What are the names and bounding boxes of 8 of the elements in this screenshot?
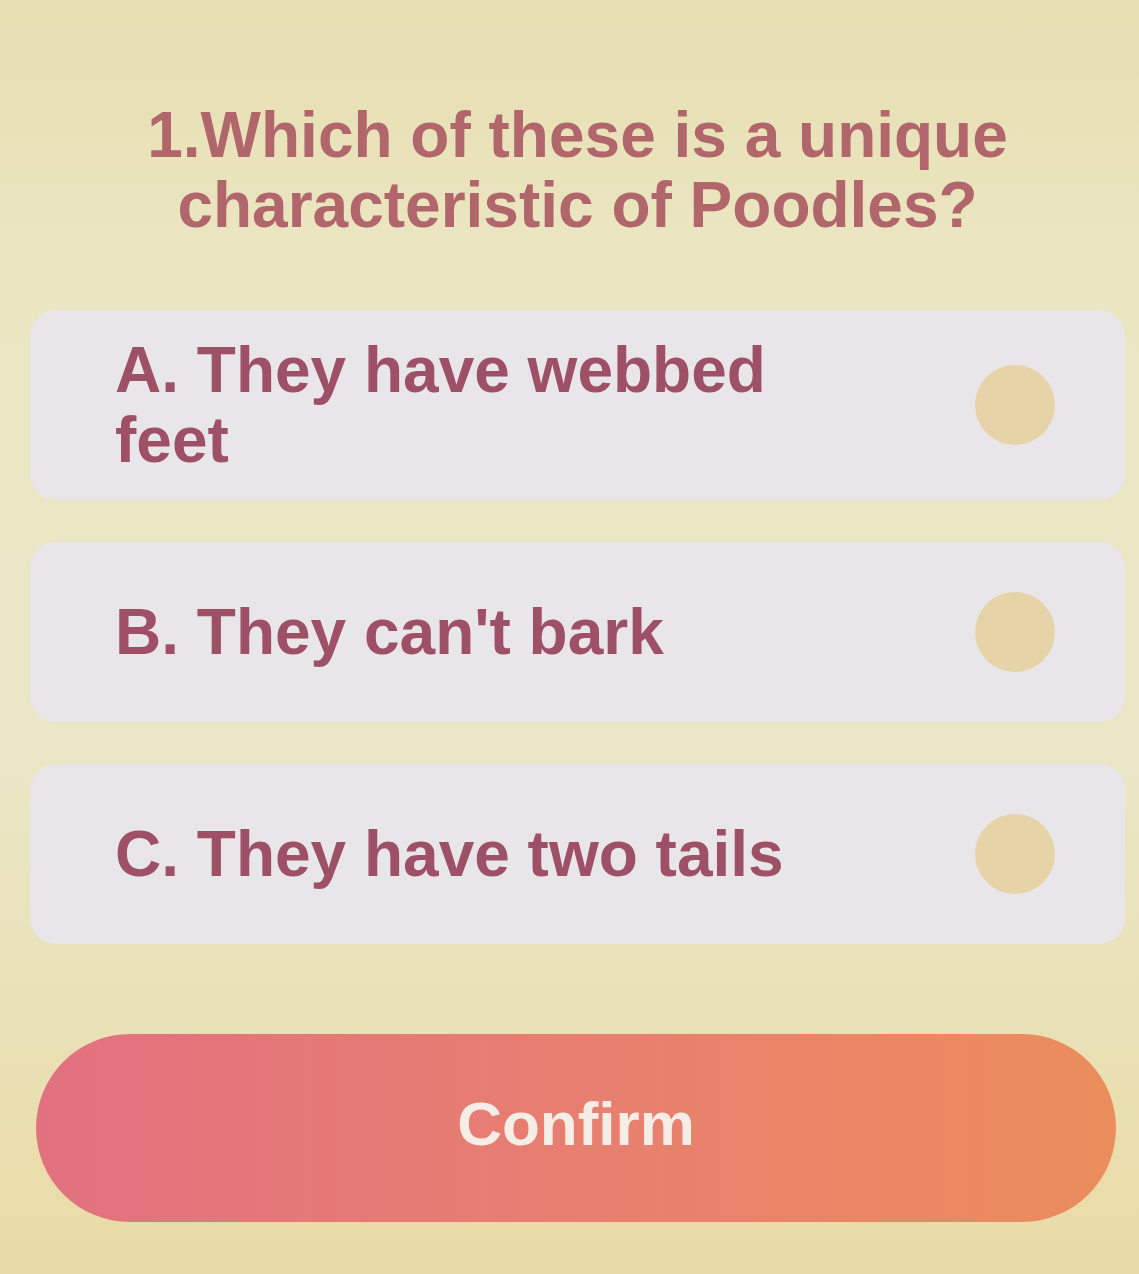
radio-button[interactable]	[975, 592, 1055, 672]
radio-button[interactable]	[975, 814, 1055, 894]
answer-option[interactable]: C. They have two tails	[30, 764, 1125, 944]
confirm-button[interactable]: Confirm	[36, 1034, 1116, 1222]
question-text: 1.Which of these is a unique characteristic of Poodles?	[146, 100, 1009, 240]
radio-button[interactable]	[975, 365, 1055, 445]
answer-option[interactable]: B. They can't bark	[30, 542, 1125, 722]
answer-option[interactable]: A. They have webbed feet	[30, 310, 1125, 500]
